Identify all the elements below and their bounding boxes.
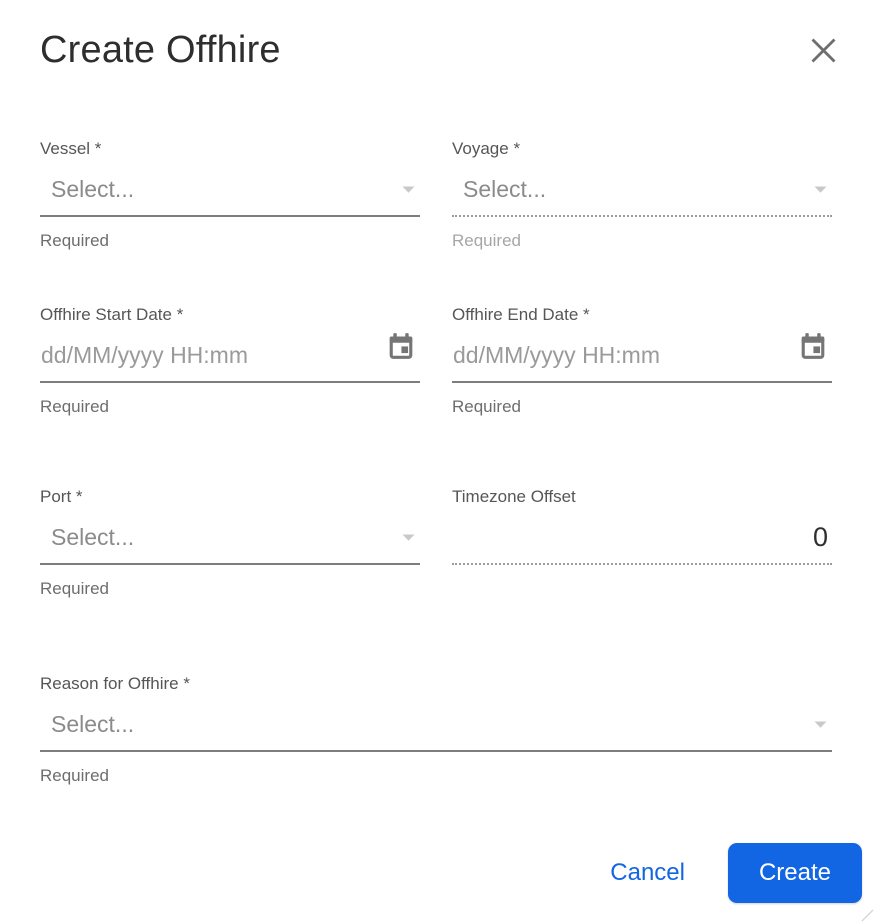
voyage-label: Voyage * — [452, 139, 521, 158]
chevron-down-icon — [401, 533, 418, 542]
dialog-footer: Cancel Create — [592, 843, 862, 903]
create-button[interactable]: Create — [728, 843, 862, 903]
timezone-offset-field: Timezone Offset — [452, 487, 832, 599]
offhire-end-date-label: Offhire End Date * — [452, 305, 590, 324]
end-date-calendar-button[interactable] — [796, 330, 830, 364]
reason-select-placeholder: Select... — [51, 711, 135, 737]
reason-for-offhire-label: Reason for Offhire * — [40, 674, 190, 693]
port-helper-text: Required — [40, 579, 109, 598]
offhire-start-date-label: Offhire Start Date * — [40, 305, 184, 324]
port-field: Port * Select... Required — [40, 487, 420, 599]
reason-helper-text: Required — [40, 766, 109, 785]
offhire-end-date-input[interactable] — [452, 341, 796, 369]
close-icon — [809, 38, 838, 68]
reason-for-offhire-field: Reason for Offhire * Select... Required — [40, 674, 832, 786]
offhire-start-date-field: Offhire Start Date * dd/MM/yyyy HH:mm Re… — [40, 305, 420, 417]
offhire-start-date-control — [40, 333, 420, 383]
vessel-helper-text: Required — [40, 231, 109, 250]
port-select-placeholder: Select... — [51, 524, 135, 550]
offhire-start-date-input[interactable] — [40, 341, 384, 369]
offhire-end-date-control — [452, 333, 832, 383]
resize-corner-icon — [861, 909, 874, 922]
reason-for-offhire-select[interactable]: Select... — [40, 702, 832, 752]
offhire-end-date-field: Offhire End Date * dd/MM/yyyy HH:mm Requ… — [452, 305, 832, 417]
vessel-select-placeholder: Select... — [51, 176, 135, 202]
calendar-icon — [384, 333, 418, 367]
voyage-select: Select... — [452, 167, 832, 217]
start-date-calendar-button[interactable] — [384, 330, 418, 364]
timezone-offset-control — [452, 515, 832, 565]
offhire-form: Vessel * Select... Required Voyage * Sel… — [0, 139, 876, 786]
form-row-1: Vessel * Select... Required Voyage * Sel… — [40, 139, 832, 251]
cancel-button[interactable]: Cancel — [592, 849, 703, 897]
timezone-offset-label: Timezone Offset — [452, 487, 576, 506]
port-select[interactable]: Select... — [40, 515, 420, 565]
offhire-end-date-helper-text: Required — [452, 397, 521, 416]
page-title: Create Offhire — [40, 29, 281, 71]
create-offhire-dialog: Create Offhire Vessel * Select... Requir… — [0, 0, 876, 924]
voyage-field: Voyage * Select... Required — [452, 139, 832, 251]
offhire-start-date-helper-text: Required — [40, 397, 109, 416]
chevron-down-icon — [401, 185, 418, 194]
chevron-down-icon — [813, 185, 830, 194]
form-row-2: Offhire Start Date * dd/MM/yyyy HH:mm Re… — [40, 305, 832, 417]
vessel-select[interactable]: Select... — [40, 167, 420, 217]
form-row-4: Reason for Offhire * Select... Required — [40, 674, 832, 786]
calendar-icon — [796, 333, 830, 367]
voyage-helper-text: Required — [452, 231, 521, 250]
form-row-3: Port * Select... Required Timezone Offse… — [40, 487, 832, 599]
vessel-label: Vessel * — [40, 139, 102, 158]
dialog-header: Create Offhire — [0, 0, 876, 73]
close-button[interactable] — [805, 32, 842, 69]
vessel-field: Vessel * Select... Required — [40, 139, 420, 251]
voyage-select-placeholder: Select... — [463, 176, 547, 202]
port-label: Port * — [40, 487, 83, 506]
chevron-down-icon — [813, 720, 830, 729]
timezone-offset-input — [452, 521, 830, 553]
